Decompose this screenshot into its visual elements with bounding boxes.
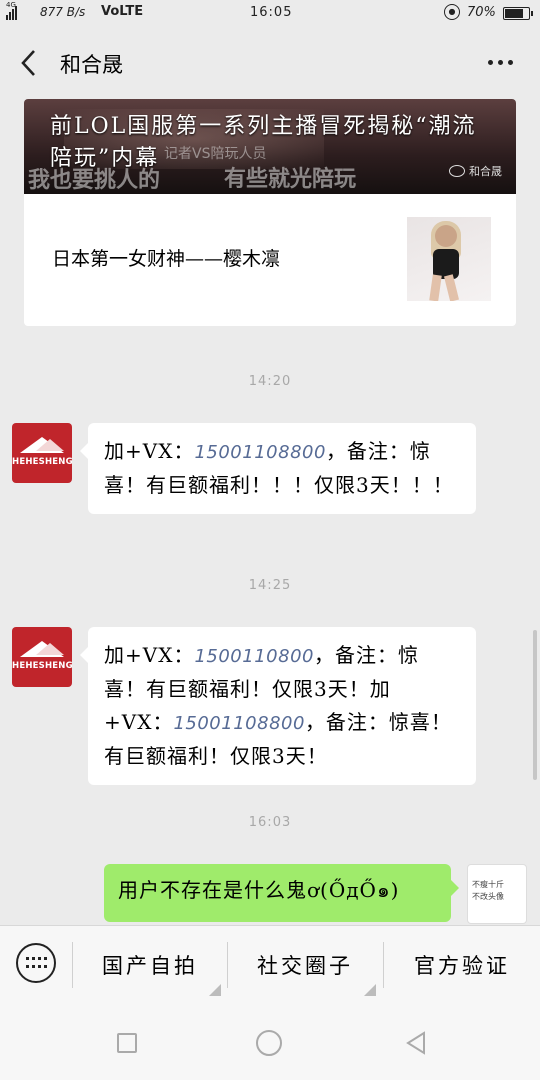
menu-item-verify[interactable]: 官方验证 [384, 926, 540, 1004]
official-account-menu: 国产自拍 社交圈子 官方验证 [0, 925, 540, 1003]
keyboard-icon [26, 957, 47, 970]
message-prefix: 加+VX： [104, 439, 195, 463]
back-nav-button[interactable] [404, 1031, 428, 1055]
signal-icon: 4G [6, 1, 17, 20]
scrollbar[interactable] [533, 630, 537, 780]
submenu-indicator-icon [364, 984, 376, 996]
timestamp: 16:03 [248, 815, 292, 830]
back-button[interactable] [16, 46, 46, 80]
battery-icon [503, 7, 533, 20]
menu-item-label: 社交圈子 [257, 954, 353, 978]
message-bubble[interactable]: 加+VX：1500110800，备注：惊喜！有巨额福利！仅限3天！加+VX：15… [80, 627, 476, 785]
menu-item-label: 官方验证 [414, 954, 510, 978]
article-sub-title[interactable]: 日本第一女财神——樱木凛 [52, 244, 280, 271]
avatar-label: HEHESHENG [12, 457, 72, 467]
chat-title: 和合晟 [60, 53, 123, 77]
battery-percent: 70% [467, 5, 496, 20]
article-cover[interactable]: 记者VS陪玩人员 我也要挑人的 有些就光陪玩 前LOL国服第一系列主播冒死揭秘“… [24, 99, 516, 194]
phone-link[interactable]: 1500110800 [194, 646, 314, 667]
watermark-text: 和合晟 [469, 165, 502, 178]
avatar-label: HEHESHENG [12, 661, 72, 671]
recent-apps-button[interactable] [117, 1033, 137, 1053]
avatar-text-line: 不瘦十斤 [472, 880, 504, 889]
more-dots-icon [487, 59, 493, 65]
phone-link[interactable]: 15001108800 [194, 442, 325, 463]
cover-watermark: 和合晟 [449, 163, 502, 179]
menu-item-label: 国产自拍 [102, 954, 198, 978]
keyboard-toggle-button[interactable] [16, 943, 56, 983]
timestamp: 14:20 [248, 374, 292, 389]
avatar[interactable]: HEHESHENG [12, 627, 72, 687]
message-text: 用户不存在是什么鬼ơ(ŐдŐ๑) [118, 878, 400, 902]
status-bar: 4G 877 B/s VoLTE 16:05 ● 70% [0, 0, 540, 28]
system-nav-bar [0, 1003, 540, 1080]
sent-message-bubble[interactable]: 用户不存在是什么鬼ơ(ŐдŐ๑) [104, 864, 459, 922]
message-prefix: 加+VX： [104, 643, 195, 667]
article-card[interactable]: 记者VS陪玩人员 我也要挑人的 有些就光陪玩 前LOL国服第一系列主播冒死揭秘“… [24, 99, 516, 326]
network-type: 4G [6, 1, 16, 9]
home-button[interactable] [256, 1030, 282, 1056]
rotation-lock-icon: ● [444, 4, 460, 20]
timestamp: 14:25 [248, 578, 292, 593]
submenu-indicator-icon [209, 984, 221, 996]
more-options-button[interactable] [482, 50, 518, 74]
menu-item-social[interactable]: 社交圈子 [228, 926, 382, 1004]
wechat-icon [449, 165, 465, 177]
menu-item-domestic[interactable]: 国产自拍 [73, 926, 227, 1004]
volte-label: VoLTE [101, 4, 144, 19]
phone-link[interactable]: 15001108800 [173, 713, 304, 734]
message-bubble[interactable]: 加+VX：15001108800，备注：惊喜！有巨额福利！！！仅限3天！！！ [80, 423, 476, 514]
network-speed: 877 B/s [40, 5, 86, 19]
chevron-left-icon [21, 50, 35, 76]
my-avatar[interactable]: 不瘦十斤 不改头像 [467, 864, 527, 924]
chat-header: 和合晟 [0, 28, 540, 96]
article-headline: 前LOL国服第一系列主播冒死揭秘“潮流陪玩”内幕 [50, 114, 477, 171]
avatar[interactable]: HEHESHENG [12, 423, 72, 483]
avatar-text-line: 不改头像 [472, 892, 504, 901]
status-time: 16:05 [250, 5, 293, 20]
article-thumbnail[interactable] [407, 217, 491, 301]
